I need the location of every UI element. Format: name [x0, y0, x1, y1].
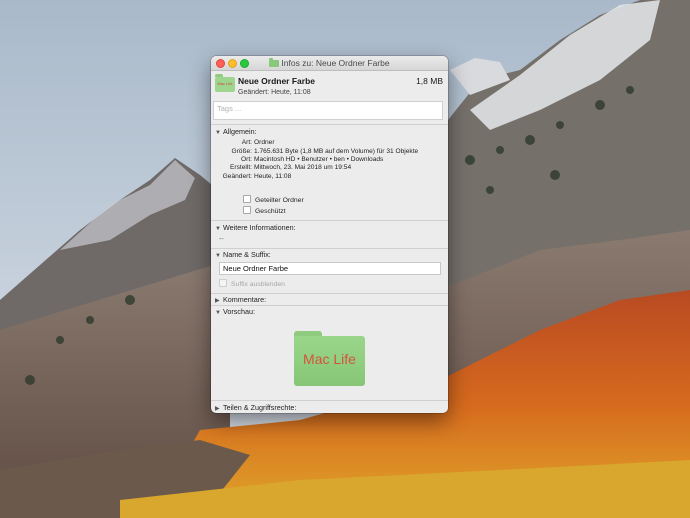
info-window: Infos zu: Neue Ordner Farbe Mac Life Neu… [211, 56, 448, 413]
disclosure-closed-icon: ▶ [215, 406, 220, 412]
section-sharing-title: Teilen & Zugriffsrechte: [223, 403, 297, 412]
tags-field[interactable]: Tags ... [213, 101, 443, 120]
name-input[interactable]: Neue Ordner Farbe [219, 262, 441, 275]
section-preview-title: Vorschau: [223, 307, 255, 316]
preview-folder-icon: Mac Life [294, 331, 365, 386]
window-title-wrap: Infos zu: Neue Ordner Farbe [211, 57, 448, 69]
folder-icon-label: Mac Life [217, 81, 233, 86]
checkbox[interactable] [219, 279, 227, 287]
info-value: Heute, 11:08 [254, 173, 292, 180]
section-preview[interactable]: ▼ Vorschau: [215, 307, 255, 318]
preview-label: Mac Life [303, 351, 356, 367]
info-key: Art: [241, 139, 252, 146]
divider [211, 293, 448, 294]
item-name: Neue Ordner Farbe [238, 76, 315, 86]
info-key: Geändert: [222, 173, 252, 180]
checkbox[interactable] [243, 195, 251, 203]
section-name-suffix[interactable]: ▼ Name & Suffix: [215, 250, 271, 261]
shared-folder-checkbox[interactable]: Geteilter Ordner [243, 195, 304, 205]
disclosure-open-icon: ▼ [215, 310, 221, 316]
folder-icon [269, 58, 280, 67]
more-info-value: -- [219, 234, 224, 243]
item-size: 1,8 MB [416, 76, 443, 86]
divider [211, 220, 448, 221]
section-sharing[interactable]: ▶ Teilen & Zugriffsrechte: [215, 403, 296, 413]
window-title: Infos zu: Neue Ordner Farbe [281, 58, 390, 68]
info-value: Ordner [254, 139, 275, 146]
tags-placeholder: Tags ... [217, 104, 242, 113]
hide-suffix-label: Suffix ausblenden [231, 281, 285, 288]
section-more-info[interactable]: ▼ Weitere Informationen: [215, 223, 296, 234]
info-value: Macintosh HD • Benutzer • ben • Download… [254, 156, 384, 163]
locked-label: Geschützt [255, 208, 286, 215]
section-general[interactable]: ▼ Allgemein: [215, 127, 257, 138]
divider [211, 400, 448, 401]
window-titlebar[interactable]: Infos zu: Neue Ordner Farbe [211, 56, 448, 71]
section-more-info-title: Weitere Informationen: [223, 223, 296, 232]
info-value: Mittwoch, 23. Mai 2018 um 19:54 [254, 164, 352, 171]
divider [211, 248, 448, 249]
info-key: Ort: [241, 156, 252, 163]
shared-folder-label: Geteilter Ordner [255, 197, 304, 204]
section-general-title: Allgemein: [223, 127, 257, 136]
section-comments-title: Kommentare: [223, 295, 267, 304]
disclosure-open-icon: ▼ [215, 130, 221, 136]
info-key: Größe: [231, 148, 252, 155]
item-modified: Geändert: Heute, 11:08 [238, 89, 311, 96]
hide-suffix-checkbox[interactable]: Suffix ausblenden [219, 279, 285, 289]
disclosure-open-icon: ▼ [215, 226, 221, 232]
locked-checkbox[interactable]: Geschützt [243, 206, 286, 216]
info-key: Erstellt: [230, 164, 252, 171]
header-row: Mac Life Neue Ordner Farbe 1,8 MB Geände… [211, 71, 448, 99]
info-value: 1.765.631 Byte (1,8 MB auf dem Volume) f… [254, 148, 419, 155]
divider [211, 305, 448, 306]
folder-icon: Mac Life [215, 74, 235, 92]
section-name-suffix-title: Name & Suffix: [223, 250, 271, 259]
disclosure-open-icon: ▼ [215, 253, 221, 259]
divider [211, 124, 448, 125]
checkbox[interactable] [243, 206, 251, 214]
